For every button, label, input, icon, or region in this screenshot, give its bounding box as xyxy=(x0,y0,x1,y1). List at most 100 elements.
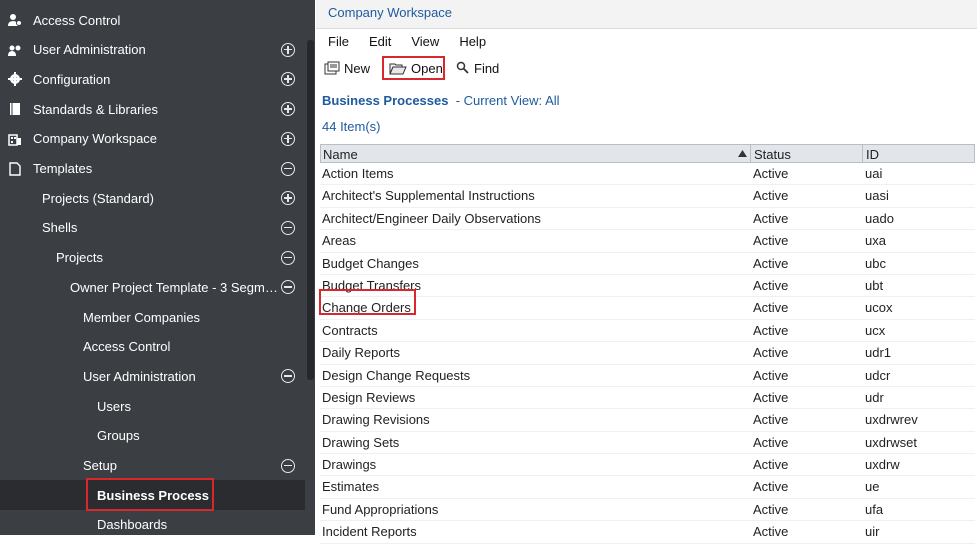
collapse-icon[interactable] xyxy=(281,220,295,235)
sidebar-item[interactable]: Shells xyxy=(0,213,305,243)
column-header-name[interactable]: Name xyxy=(323,145,358,164)
table-row[interactable]: Areas Active uxa xyxy=(320,230,975,253)
column-header-status[interactable]: Status xyxy=(754,145,791,164)
table-row[interactable]: Fund Appropriations Active ufa xyxy=(320,499,975,522)
sidebar-item[interactable]: User Administration xyxy=(0,35,305,65)
cell-name: Contracts xyxy=(322,322,378,338)
sidebar-item[interactable]: Templates xyxy=(0,154,305,184)
users-icon xyxy=(8,43,22,57)
menu-edit[interactable]: Edit xyxy=(357,31,399,53)
sort-ascending-icon[interactable] xyxy=(738,150,747,157)
sidebar-item-label: Company Workspace xyxy=(33,131,158,147)
table-row[interactable]: Architect's Supplemental Instructions Act… xyxy=(320,185,975,208)
sidebar-item[interactable]: Standards & Libraries xyxy=(0,94,305,124)
find-button[interactable]: Find xyxy=(456,58,499,78)
expand-icon[interactable] xyxy=(281,102,295,117)
sidebar-item-label: Setup xyxy=(83,458,117,473)
item-count: 44 Item(s) xyxy=(322,119,381,134)
cell-status: Active xyxy=(753,434,789,450)
expand-icon[interactable] xyxy=(281,72,295,87)
collapse-icon[interactable] xyxy=(281,458,295,473)
sidebar-item-label: Member Companies xyxy=(83,309,201,325)
sidebar-item[interactable]: Setup xyxy=(0,451,305,481)
cell-id: ue xyxy=(865,479,880,495)
collapse-icon[interactable] xyxy=(281,369,295,384)
open-highlight-box xyxy=(382,56,445,80)
table-body: Action Items Active uai Architect's Supplem… xyxy=(320,163,975,544)
sidebar-item[interactable]: Configuration xyxy=(0,64,305,94)
main-panel: Company Workspace File Edit View Help Ne… xyxy=(316,0,977,544)
page-title: Business Processes xyxy=(322,93,449,108)
collapse-icon[interactable] xyxy=(281,280,295,295)
cell-id: udr xyxy=(865,389,884,405)
sidebar-item[interactable]: Projects xyxy=(0,243,305,273)
cell-status: Active xyxy=(753,479,789,495)
cell-status: Active xyxy=(753,277,789,293)
cell-id: uir xyxy=(865,524,880,540)
collapse-icon[interactable] xyxy=(281,161,295,176)
table-row[interactable]: Change Orders Active ucox xyxy=(320,297,975,320)
table-row[interactable]: Incident Reports Active uir xyxy=(320,521,975,544)
column-separator[interactable] xyxy=(750,145,751,162)
table-row[interactable]: Drawing Sets Active uxdrwset xyxy=(320,432,975,455)
cell-id: udcr xyxy=(865,367,891,383)
table-row[interactable]: Budget Transfers Active ubt xyxy=(320,275,975,298)
sidebar-scrollbar[interactable] xyxy=(307,40,314,380)
cell-status: Active xyxy=(753,322,789,338)
table-row[interactable]: Contracts Active ucx xyxy=(320,320,975,343)
sidebar-item[interactable]: Projects (Standard) xyxy=(0,183,305,213)
table-row[interactable]: Architect/Engineer Daily Observations Act… xyxy=(320,208,975,231)
sidebar-item[interactable]: Groups xyxy=(0,421,305,451)
sidebar-item[interactable]: Member Companies xyxy=(0,302,305,332)
cell-name: Action Items xyxy=(322,166,394,181)
sidebar-item[interactable]: Access Control xyxy=(0,332,305,362)
new-button[interactable]: New xyxy=(324,58,370,78)
cell-status: Active xyxy=(753,345,789,361)
cell-name: Budget Changes xyxy=(322,255,419,271)
business-process-table: Name Status ID Action Items Active uai Arch… xyxy=(320,144,975,544)
table-row[interactable]: Design Reviews Active udr xyxy=(320,387,975,410)
sidebar-item[interactable]: Users xyxy=(0,391,305,421)
table-row[interactable]: Action Items Active uai xyxy=(320,163,975,186)
sidebar-item[interactable]: User Administration xyxy=(0,361,305,391)
column-header-id[interactable]: ID xyxy=(866,145,879,164)
workspace-title[interactable]: Company Workspace xyxy=(328,5,452,20)
new-label: New xyxy=(344,60,371,76)
table-row[interactable]: Drawing Revisions Active uxdrwrev xyxy=(320,409,975,432)
expand-icon[interactable] xyxy=(281,42,295,57)
table-row[interactable]: Estimates Active ue xyxy=(320,476,975,499)
sidebar-item[interactable]: Dashboards xyxy=(0,510,305,535)
collapse-icon[interactable] xyxy=(281,250,295,265)
sidebar-item[interactable]: Owner Project Template - 3 Segm… xyxy=(0,272,305,302)
menu-help[interactable]: Help xyxy=(447,31,494,53)
sidebar-item[interactable]: Access Control xyxy=(0,5,305,35)
cell-id: uxa xyxy=(865,233,886,249)
cell-status: Active xyxy=(753,300,789,316)
expand-icon[interactable] xyxy=(281,131,295,146)
sidebar-item-label: Owner Project Template - 3 Segm… xyxy=(70,279,278,295)
cell-name: Incident Reports xyxy=(322,524,417,540)
table-row[interactable]: Daily Reports Active udr1 xyxy=(320,342,975,365)
cell-id: uado xyxy=(865,210,894,226)
cell-id: uasi xyxy=(865,188,889,204)
sidebar-item-label: Dashboards xyxy=(97,517,168,533)
menu-file[interactable]: File xyxy=(316,31,357,53)
title-bar: Company Workspace xyxy=(316,0,977,29)
cell-status: Active xyxy=(753,412,789,428)
cell-status: Active xyxy=(753,501,789,517)
table-row[interactable]: Design Change Requests Active udcr xyxy=(320,365,975,387)
table-row[interactable]: Budget Changes Active ubc xyxy=(320,253,975,275)
menu-view[interactable]: View xyxy=(399,31,447,53)
expand-icon[interactable] xyxy=(281,191,295,206)
current-view-label: - Current View: xyxy=(455,93,543,108)
sidebar-item-label: Templates xyxy=(33,161,93,176)
cell-id: udr1 xyxy=(865,345,892,361)
table-row[interactable]: Drawings Active uxdrw xyxy=(320,454,975,477)
column-separator[interactable] xyxy=(862,145,863,162)
sidebar-item-label: Users xyxy=(97,398,131,414)
sidebar-item[interactable]: Company Workspace xyxy=(0,124,305,154)
current-view-value[interactable]: All xyxy=(545,93,559,108)
cell-id: uxdrwset xyxy=(865,434,918,450)
gear-icon xyxy=(8,72,22,87)
cell-status: Active xyxy=(753,210,789,226)
